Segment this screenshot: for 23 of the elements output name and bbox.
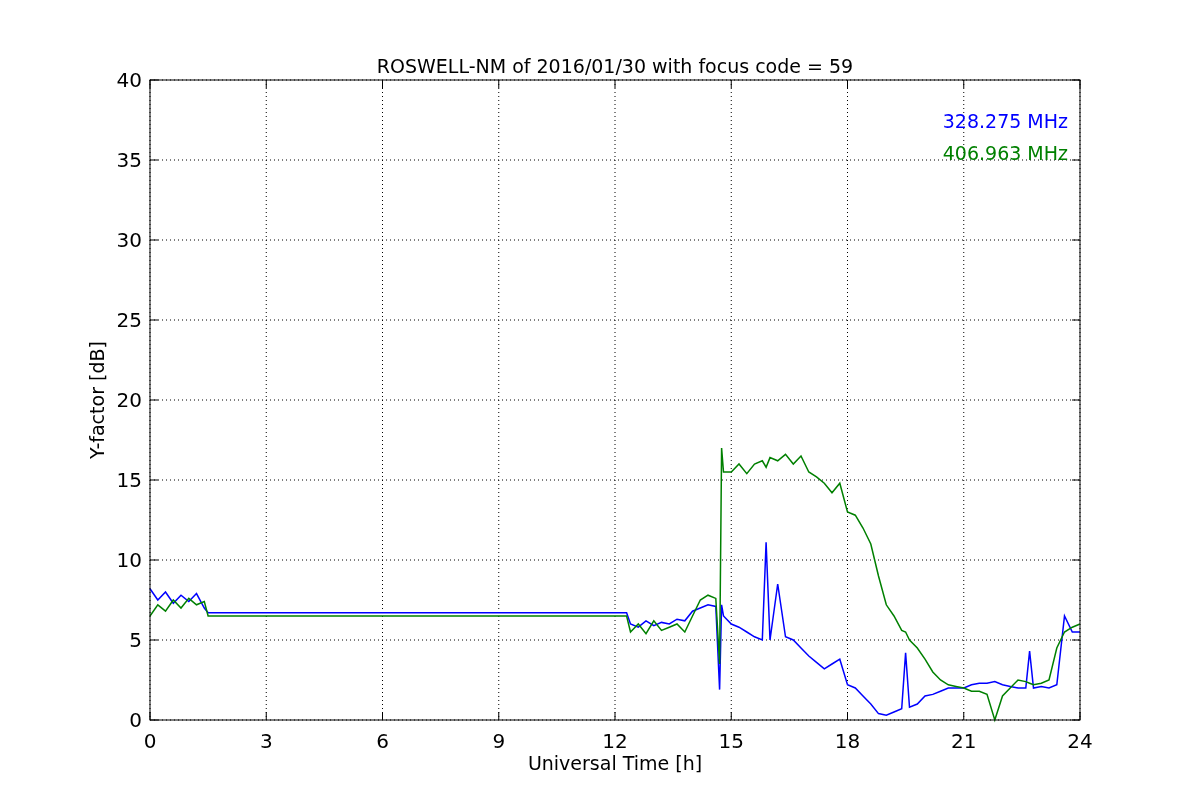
y-tick-label: 20 [116, 388, 142, 412]
x-tick-label: 24 [1067, 729, 1093, 753]
x-tick-label: 0 [143, 729, 157, 753]
y-tick-label: 35 [116, 148, 142, 172]
legend-label: 406.963 MHz [942, 142, 1068, 164]
y-tick-label: 30 [116, 228, 142, 252]
y-tick-label: 15 [116, 468, 142, 492]
y-tick-label: 40 [116, 68, 142, 92]
y-axis-label: Y-factor [dB] [86, 341, 108, 459]
x-tick-label: 9 [492, 729, 506, 753]
x-tick-label: 21 [951, 729, 977, 753]
y-tick-label: 0 [129, 708, 142, 732]
x-tick-label: 12 [602, 729, 628, 753]
legend-label: 328.275 MHz [942, 110, 1068, 132]
x-tick-label: 6 [376, 729, 389, 753]
x-tick-label: 15 [718, 729, 744, 753]
x-tick-label: 18 [834, 729, 861, 753]
x-axis-label: Universal Time [h] [527, 752, 703, 774]
chart-title: ROSWELL-NM of 2016/01/30 with focus code = 59 [376, 55, 854, 77]
x-tick-label: 3 [259, 729, 273, 753]
y-tick-label: 10 [116, 548, 142, 572]
y-tick-label: 5 [129, 628, 142, 652]
y-tick-label: 25 [116, 308, 142, 332]
